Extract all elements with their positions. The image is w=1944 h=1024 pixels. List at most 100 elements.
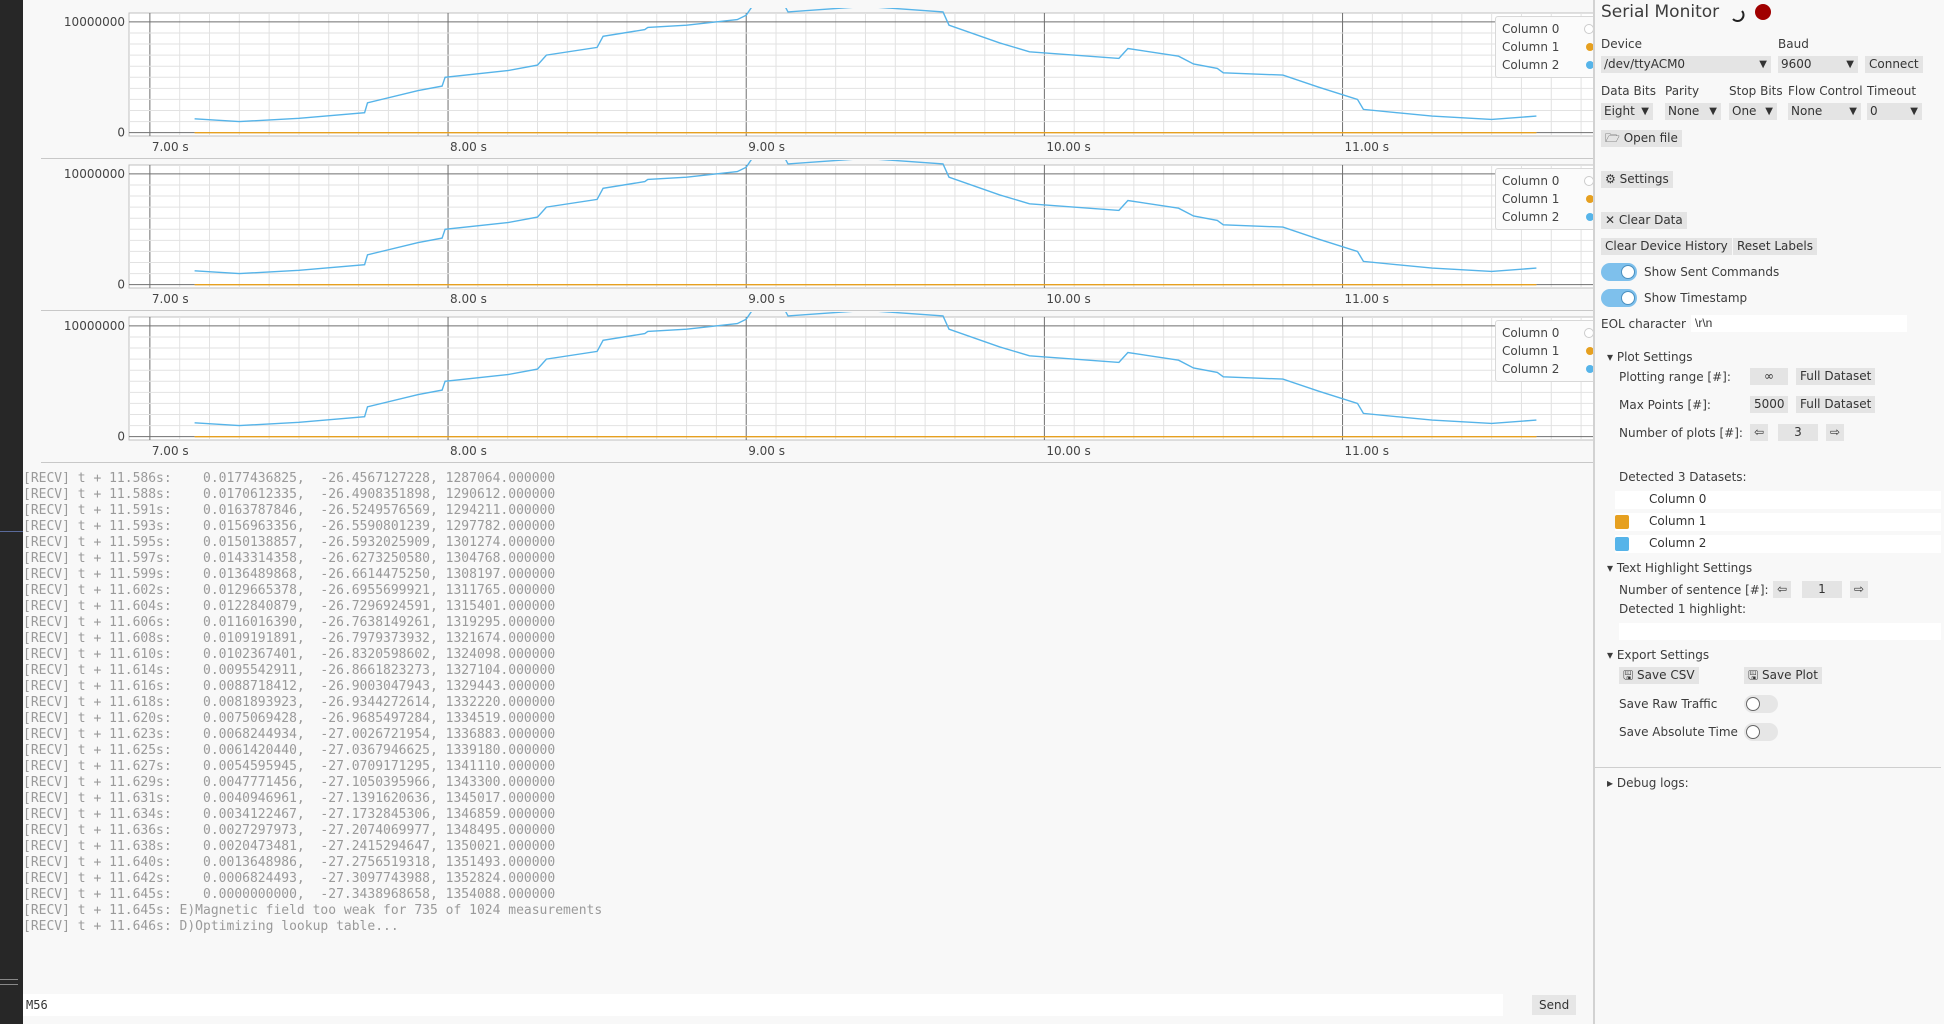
save-raw-toggle[interactable] xyxy=(1744,695,1778,713)
legend[interactable]: Column 0 Column 1 Column 2 xyxy=(1495,16,1601,78)
legend[interactable]: Column 0 Column 1 Column 2 xyxy=(1495,168,1601,230)
line-chart[interactable]: 10000000 0 7.00 s 8.00 s 9.00 s 10.00 s 11.00 … xyxy=(41,312,1609,462)
legend-item[interactable]: Column 2 xyxy=(1502,360,1594,378)
databits-label: Data Bits xyxy=(1601,84,1656,98)
dataset-color-swatch[interactable] xyxy=(1615,537,1629,551)
device-select[interactable]: /dev/ttyACM0 ▼ xyxy=(1601,56,1771,73)
legend-item[interactable]: Column 1 xyxy=(1502,342,1594,360)
dataset-row[interactable]: Column 2 xyxy=(1615,535,1941,553)
plotting-range-label: Plotting range [#]: xyxy=(1619,370,1731,384)
plot-settings-label: Plot Settings xyxy=(1616,350,1693,364)
highlight-input[interactable] xyxy=(1619,623,1941,640)
legend-item[interactable]: Column 1 xyxy=(1502,190,1594,208)
dataset-color-swatch[interactable] xyxy=(1615,493,1629,507)
clear-device-history-button[interactable]: Clear Device History xyxy=(1601,238,1732,255)
debug-logs-header[interactable]: ▸ Debug logs: xyxy=(1607,776,1689,790)
save-raw-label: Save Raw Traffic xyxy=(1619,697,1718,711)
save-csv-button[interactable]: 🖫 Save CSV xyxy=(1619,667,1699,684)
left-window-strip xyxy=(0,0,23,1024)
x-tick-label: 9.00 s xyxy=(748,444,785,458)
plot-settings-header[interactable]: ▾ Plot Settings xyxy=(1607,350,1693,364)
save-icon: 🖫 xyxy=(1623,668,1638,682)
dataset-name: Column 0 xyxy=(1649,492,1707,506)
x-tick-label: 10.00 s xyxy=(1046,292,1090,306)
full-dataset-button[interactable]: Full Dataset xyxy=(1796,368,1876,385)
chevron-down-icon: ▼ xyxy=(1759,59,1767,70)
clear-data-button[interactable]: ✕ Clear Data xyxy=(1601,212,1687,229)
legend-item[interactable]: Column 2 xyxy=(1502,56,1594,74)
record-indicator-icon[interactable] xyxy=(1755,4,1771,20)
decrement-sentence-button[interactable]: ⇦ xyxy=(1773,581,1792,598)
show-sent-toggle[interactable] xyxy=(1601,263,1637,281)
log-line: [RECV] t + 11.595s: 0.0150138857, -26.59… xyxy=(23,535,556,550)
theme-icon[interactable] xyxy=(1728,5,1746,23)
timeout-select[interactable]: 0 ▼ xyxy=(1867,103,1922,120)
stopbits-label: Stop Bits xyxy=(1729,84,1783,98)
plot-panel[interactable]: 10000000 0 7.00 s 8.00 s 9.00 s 10.00 s 11.00 … xyxy=(41,8,1609,158)
line-chart[interactable]: 10000000 0 7.00 s 8.00 s 9.00 s 10.00 s 11.00 … xyxy=(41,160,1609,310)
settings-label: Settings xyxy=(1619,172,1669,186)
open-file-button[interactable]: 🗁 Open file xyxy=(1601,130,1682,147)
show-timestamp-toggle[interactable] xyxy=(1601,289,1637,307)
send-button[interactable]: Send xyxy=(1532,995,1577,1015)
dataset-color-swatch[interactable] xyxy=(1615,515,1629,529)
legend-item[interactable]: Column 0 xyxy=(1502,324,1594,342)
increment-plots-button[interactable]: ⇨ xyxy=(1826,424,1845,441)
legend-label: Column 1 xyxy=(1502,344,1560,358)
parity-label: Parity xyxy=(1665,84,1700,98)
legend-item[interactable]: Column 0 xyxy=(1502,20,1594,38)
log-line: [RECV] t + 11.593s: 0.0156963356, -26.55… xyxy=(23,519,556,534)
export-settings-label: Export Settings xyxy=(1616,648,1710,662)
baud-select[interactable]: 9600 ▼ xyxy=(1778,56,1858,73)
log-line: [RECV] t + 11.602s: 0.0129665378, -26.69… xyxy=(23,583,556,598)
settings-button[interactable]: ⚙ Settings xyxy=(1601,171,1673,188)
stopbits-select[interactable]: One ▼ xyxy=(1729,103,1777,120)
dataset-row[interactable]: Column 1 xyxy=(1615,513,1941,531)
log-line: [RECV] t + 11.588s: 0.0170612335, -26.49… xyxy=(23,487,556,502)
num-sentence-input[interactable]: 1 xyxy=(1802,581,1842,598)
debug-logs-label: Debug logs: xyxy=(1616,776,1689,790)
plot-panel[interactable]: 10000000 0 7.00 s 8.00 s 9.00 s 10.00 s 11.00 … xyxy=(41,312,1609,462)
decrement-plots-button[interactable]: ⇦ xyxy=(1750,424,1769,441)
plotting-range-input[interactable]: ∞ xyxy=(1750,368,1788,385)
increment-sentence-button[interactable]: ⇨ xyxy=(1850,581,1869,598)
dataset-row[interactable]: Column 0 xyxy=(1615,491,1941,509)
plot-area xyxy=(128,164,1597,289)
collapse-triangle-icon: ▾ xyxy=(1607,561,1617,575)
plot-area xyxy=(128,12,1597,137)
log-line: [RECV] t + 11.614s: 0.0095542911, -26.86… xyxy=(23,663,556,678)
text-highlight-header[interactable]: ▾ Text Highlight Settings xyxy=(1607,561,1752,575)
y-tick-label: 0 xyxy=(117,126,125,140)
log-line: [RECV] t + 11.645s: 0.0000000000, -27.34… xyxy=(23,887,556,902)
side-panel: Serial Monitor Device Baud /dev/ttyACM0 ▼… xyxy=(1595,0,1944,1024)
log-line: [RECV] t + 11.591s: 0.0163787846, -26.52… xyxy=(23,503,556,518)
legend-item[interactable]: Column 0 xyxy=(1502,172,1594,190)
save-plot-button[interactable]: 🖫 Save Plot xyxy=(1744,667,1822,684)
eol-input[interactable] xyxy=(1691,315,1907,332)
max-points-full-dataset-button[interactable]: Full Dataset xyxy=(1796,396,1876,413)
plot-separator xyxy=(41,158,1601,159)
legend-item[interactable]: Column 2 xyxy=(1502,208,1594,226)
legend-item[interactable]: Column 1 xyxy=(1502,38,1594,56)
max-points-input[interactable]: 5000 xyxy=(1750,396,1788,413)
text-highlight-label: Text Highlight Settings xyxy=(1616,561,1753,575)
num-plots-input[interactable]: 3 xyxy=(1778,424,1818,441)
x-tick-label: 7.00 s xyxy=(152,140,189,154)
strip-mark xyxy=(0,984,18,985)
folder-icon: 🗁 xyxy=(1605,131,1624,145)
export-settings-header[interactable]: ▾ Export Settings xyxy=(1607,648,1709,662)
device-label: Device xyxy=(1601,37,1643,51)
databits-select[interactable]: Eight ▼ xyxy=(1601,103,1653,120)
plot-panel[interactable]: 10000000 0 7.00 s 8.00 s 9.00 s 10.00 s 11.00 … xyxy=(41,160,1609,310)
x-tick-label: 7.00 s xyxy=(152,292,189,306)
legend[interactable]: Column 0 Column 1 Column 2 xyxy=(1495,320,1601,382)
connect-button[interactable]: Connect xyxy=(1865,56,1923,73)
detected-datasets-label: Detected 3 Datasets: xyxy=(1619,470,1747,484)
reset-labels-button[interactable]: Reset Labels xyxy=(1733,238,1817,255)
parity-select[interactable]: None ▼ xyxy=(1665,103,1721,120)
line-chart[interactable]: 10000000 0 7.00 s 8.00 s 9.00 s 10.00 s 11.00 … xyxy=(41,8,1609,158)
command-input[interactable] xyxy=(23,994,1503,1016)
timeout-label: Timeout xyxy=(1867,84,1917,98)
flowcontrol-select[interactable]: None ▼ xyxy=(1788,103,1861,120)
save-absolute-toggle[interactable] xyxy=(1744,723,1778,741)
